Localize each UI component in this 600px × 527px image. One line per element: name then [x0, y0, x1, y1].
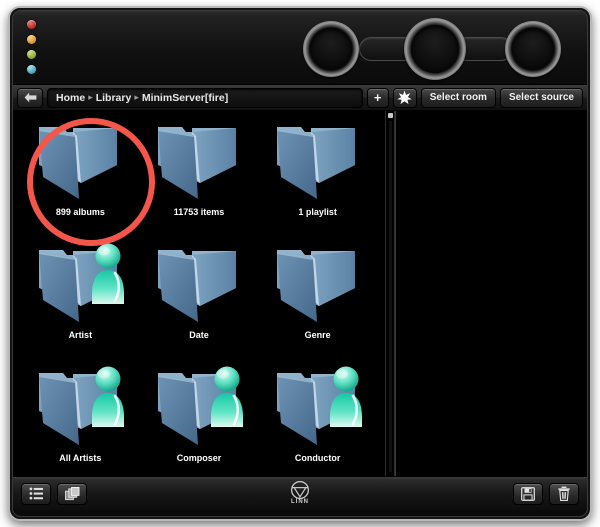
- person-overlay-icon: [327, 365, 365, 429]
- folder-person-icon[interactable]: [148, 363, 250, 455]
- breadcrumb-separator-0: ▸: [88, 92, 93, 102]
- navigation-toolbar: Home ▸ Library ▸ MinimServer[fire] + Sel…: [13, 85, 587, 111]
- folder-item[interactable]: Composer: [140, 363, 259, 478]
- breadcrumb-separator-1: ▸: [134, 92, 139, 102]
- back-button[interactable]: [17, 87, 43, 108]
- volume-knob-right[interactable]: [505, 21, 561, 77]
- status-light-orange[interactable]: [27, 35, 36, 44]
- folder-item[interactable]: 1 playlist: [258, 117, 377, 232]
- status-light-stack: [27, 20, 36, 74]
- stack-view-button[interactable]: [57, 482, 87, 505]
- knob-cluster: [283, 13, 581, 83]
- stack-view-icon: [64, 486, 79, 500]
- status-light-cyan[interactable]: [27, 65, 36, 74]
- bottom-right-button-group: [507, 482, 579, 505]
- main-content-area: 899 albums 11753 items 1 playlist Artist…: [13, 111, 587, 476]
- volume-knob-center[interactable]: [404, 18, 466, 80]
- folder-item[interactable]: 11753 items: [140, 117, 259, 232]
- person-overlay-icon: [208, 365, 246, 429]
- linn-logo-icon: [291, 481, 309, 499]
- folder-icon[interactable]: [29, 117, 131, 209]
- folder-icon[interactable]: [148, 240, 250, 332]
- folder-item[interactable]: All Artists: [21, 363, 140, 478]
- status-light-red[interactable]: [27, 20, 36, 29]
- breadcrumb[interactable]: Home ▸ Library ▸ MinimServer[fire]: [47, 87, 363, 108]
- list-view-button[interactable]: [21, 482, 51, 505]
- folder-item[interactable]: 899 albums: [21, 117, 140, 232]
- add-button[interactable]: +: [366, 87, 389, 108]
- folder-icon[interactable]: [267, 240, 369, 332]
- person-overlay-icon: [89, 242, 127, 306]
- breadcrumb-item-2[interactable]: MinimServer[fire]: [142, 92, 228, 104]
- status-light-green[interactable]: [27, 50, 36, 59]
- folder-icon[interactable]: [267, 117, 369, 209]
- browse-pane: 899 albums 11753 items 1 playlist Artist…: [13, 111, 385, 476]
- folder-item[interactable]: Conductor: [258, 363, 377, 478]
- save-button[interactable]: [513, 482, 543, 505]
- floppy-save-icon: [521, 486, 535, 501]
- trash-icon: [558, 486, 570, 501]
- person-overlay-icon: [89, 365, 127, 429]
- delete-button[interactable]: [549, 482, 579, 505]
- select-room-button[interactable]: Select room: [420, 87, 496, 108]
- select-source-button[interactable]: Select source: [499, 87, 583, 108]
- list-view-icon: [29, 487, 43, 500]
- folder-item[interactable]: Genre: [258, 240, 377, 355]
- playlist-pane[interactable]: [395, 111, 587, 476]
- window-inner-frame: Home ▸ Library ▸ MinimServer[fire] + Sel…: [12, 10, 588, 517]
- favourite-button[interactable]: [392, 87, 417, 108]
- folder-person-icon[interactable]: [29, 363, 131, 455]
- folder-icon[interactable]: [148, 117, 250, 209]
- folder-person-icon[interactable]: [29, 240, 131, 332]
- bottom-toolbar: LINN: [13, 476, 587, 510]
- folder-grid: 899 albums 11753 items 1 playlist Artist…: [13, 117, 385, 478]
- folder-item[interactable]: Artist: [21, 240, 140, 355]
- folder-item[interactable]: Date: [140, 240, 259, 355]
- device-control-panel: [13, 11, 587, 85]
- breadcrumb-item-0[interactable]: Home: [56, 92, 85, 104]
- star-icon: [397, 90, 413, 105]
- breadcrumb-item-1[interactable]: Library: [96, 92, 132, 104]
- volume-knob-left[interactable]: [303, 21, 359, 77]
- back-arrow-icon: [24, 92, 36, 103]
- linn-brand-text: LINN: [291, 499, 309, 505]
- scrollbar-track[interactable]: [389, 121, 392, 472]
- browse-pane-scrollbar[interactable]: [385, 111, 395, 476]
- application-window: Home ▸ Library ▸ MinimServer[fire] + Sel…: [8, 6, 592, 521]
- scrollbar-thumb[interactable]: [388, 113, 393, 118]
- linn-brand-logo: LINN: [290, 480, 310, 505]
- folder-person-icon[interactable]: [267, 363, 369, 455]
